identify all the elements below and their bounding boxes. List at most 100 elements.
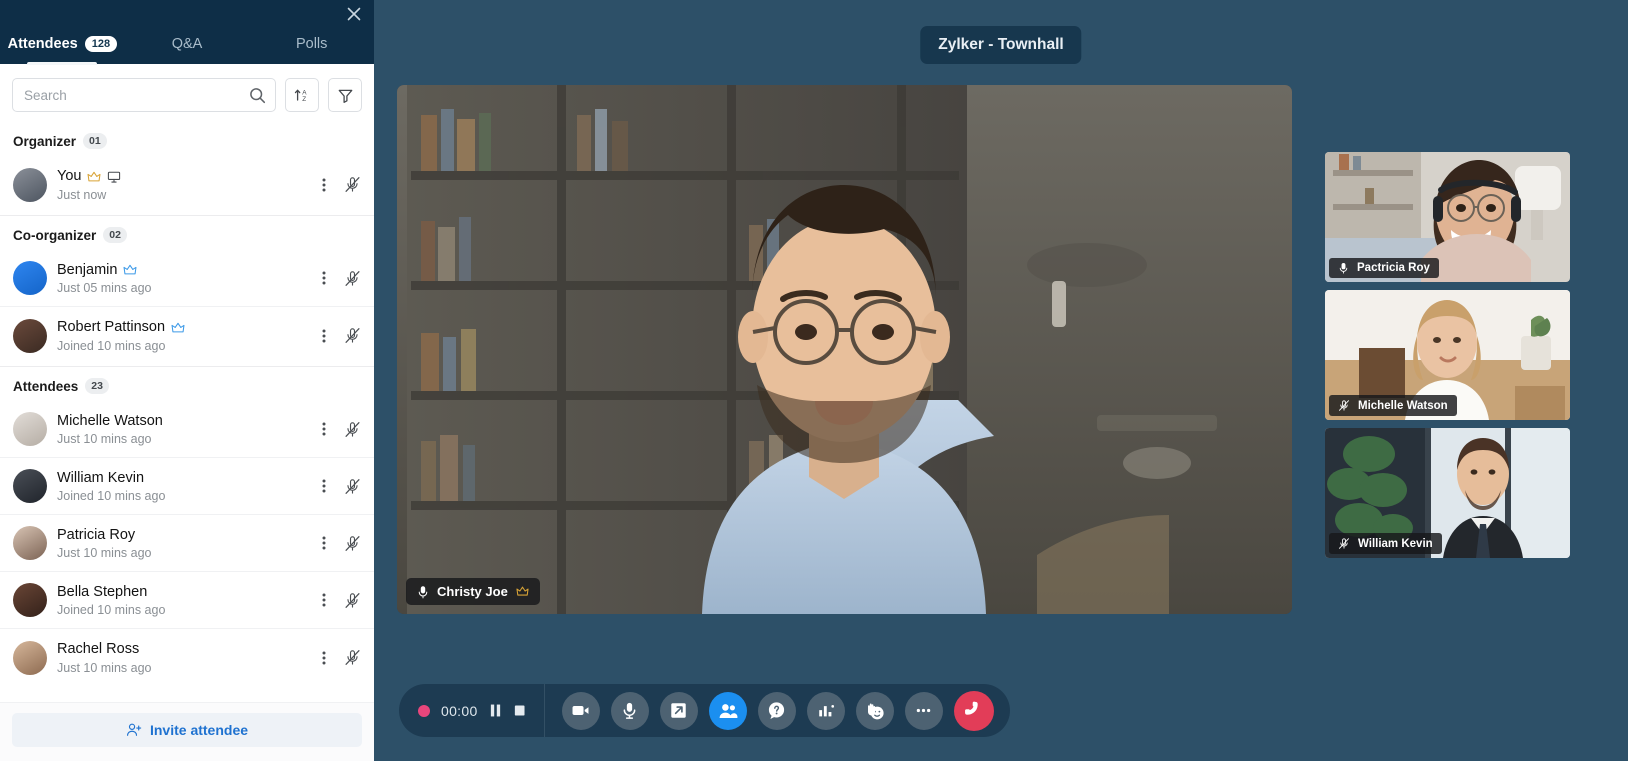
more-options-icon[interactable] (322, 421, 326, 437)
invite-attendee-label: Invite attendee (150, 722, 248, 738)
attendee-info: Robert Pattinson Joined 10 mins ago (57, 318, 312, 352)
close-icon[interactable] (342, 2, 366, 26)
more-options-icon[interactable] (322, 177, 326, 193)
thumbnail-tile[interactable]: Pactricia Roy (1325, 152, 1570, 282)
attendees-panel: Attendees 128 Q&A Polls AZ (0, 0, 374, 761)
participant-thumbnails: Pactricia Roy (1325, 152, 1570, 558)
share-screen-button[interactable] (660, 692, 698, 730)
list-item[interactable]: Benjamin Just 05 mins ago (0, 250, 374, 307)
attendee-info: Rachel Ross Just 10 mins ago (57, 640, 312, 674)
presenting-screen-icon (107, 170, 121, 184)
crown-icon (516, 585, 529, 598)
attendee-name: You (57, 167, 81, 185)
group-header-co-organizer: Co-organizer 02 (0, 218, 374, 250)
attendee-name-row: Robert Pattinson (57, 318, 312, 336)
avatar (13, 319, 47, 353)
attendee-name: Robert Pattinson (57, 318, 165, 336)
row-actions (322, 327, 361, 344)
filter-funnel-icon[interactable] (328, 78, 362, 112)
more-options-icon[interactable] (322, 650, 326, 666)
invite-attendee-button[interactable]: Invite attendee (12, 713, 362, 747)
main-speaker-label: Christy Joe (406, 578, 540, 605)
end-call-button[interactable] (954, 691, 994, 731)
polls-button[interactable] (807, 692, 845, 730)
mic-muted-icon (1338, 399, 1350, 412)
tab-qa[interactable]: Q&A (125, 24, 250, 64)
attendee-info: Patricia Roy Just 10 mins ago (57, 526, 312, 560)
search-icon (249, 87, 266, 109)
mic-muted-icon[interactable] (344, 649, 361, 666)
list-item[interactable]: William Kevin Joined 10 mins ago (0, 458, 374, 515)
avatar (13, 412, 47, 446)
thumbnail-name: Pactricia Roy (1357, 262, 1430, 274)
attendee-name-row: Bella Stephen (57, 583, 312, 601)
row-actions (322, 176, 361, 193)
row-actions (322, 478, 361, 495)
mic-muted-icon[interactable] (344, 592, 361, 609)
panel-header: Attendees 128 Q&A Polls (0, 0, 374, 64)
row-actions (322, 535, 361, 552)
reactions-button[interactable] (856, 692, 894, 730)
attendee-name-row: William Kevin (57, 469, 312, 487)
attendee-info: You Just now (57, 167, 312, 201)
mic-muted-icon[interactable] (344, 270, 361, 287)
more-options-icon[interactable] (322, 535, 326, 551)
camera-button[interactable] (562, 692, 600, 730)
list-item[interactable]: Michelle Watson Just 10 mins ago (0, 401, 374, 458)
recording-timer: 00:00 (441, 703, 478, 719)
thumbnail-tile[interactable]: Michelle Watson (1325, 290, 1570, 420)
pause-icon[interactable] (489, 703, 502, 718)
more-options-icon[interactable] (322, 478, 326, 494)
qa-button[interactable] (758, 692, 796, 730)
list-item[interactable]: Rachel Ross Just 10 mins ago (0, 629, 374, 686)
meeting-title: Zylker - Townhall (920, 26, 1081, 64)
avatar (13, 261, 47, 295)
participants-button[interactable] (709, 692, 747, 730)
list-item[interactable]: You Just now (0, 156, 374, 213)
video-stage: Zylker - Townhall (374, 0, 1628, 761)
tab-polls[interactable]: Polls (249, 24, 374, 64)
recording-indicator-icon (418, 705, 430, 717)
tab-attendees[interactable]: Attendees 128 (0, 24, 125, 64)
mic-muted-icon[interactable] (344, 535, 361, 552)
add-person-icon (126, 722, 142, 738)
row-actions (322, 649, 361, 666)
tab-qa-label: Q&A (172, 36, 203, 52)
more-options-icon[interactable] (322, 592, 326, 608)
more-options-button[interactable] (905, 692, 943, 730)
stop-icon[interactable] (513, 703, 526, 718)
attendee-name: Bella Stephen (57, 583, 147, 601)
crown-icon (87, 170, 101, 184)
thumbnail-name: William Kevin (1358, 538, 1433, 550)
row-actions (322, 592, 361, 609)
sort-az-icon[interactable]: AZ (285, 78, 319, 112)
list-item[interactable]: Bella Stephen Joined 10 mins ago (0, 572, 374, 629)
panel-footer: Invite attendee (0, 702, 374, 761)
mic-muted-icon[interactable] (344, 478, 361, 495)
attendee-info: William Kevin Joined 10 mins ago (57, 469, 312, 503)
attendee-name-row: Patricia Roy (57, 526, 312, 544)
microphone-button[interactable] (611, 692, 649, 730)
more-options-icon[interactable] (322, 270, 326, 286)
avatar (13, 469, 47, 503)
attendee-status: Joined 10 mins ago (57, 489, 312, 503)
attendee-name: Benjamin (57, 261, 117, 279)
mic-muted-icon[interactable] (344, 327, 361, 344)
main-speaker-frame (397, 85, 1292, 614)
attendee-name: Michelle Watson (57, 412, 163, 430)
more-options-icon[interactable] (322, 328, 326, 344)
list-item[interactable]: Robert Pattinson Joined 10 mins ago (0, 307, 374, 364)
search-input[interactable] (13, 88, 275, 103)
attendee-name-row: Michelle Watson (57, 412, 312, 430)
crown-icon (123, 263, 137, 277)
thumbnail-tile[interactable]: William Kevin (1325, 428, 1570, 558)
call-controls (545, 691, 1003, 731)
mic-muted-icon[interactable] (344, 176, 361, 193)
list-item[interactable]: Patricia Roy Just 10 mins ago (0, 515, 374, 572)
main-speaker-video[interactable]: Christy Joe (397, 85, 1292, 614)
group-count: 23 (85, 378, 109, 394)
mic-muted-icon (1338, 537, 1350, 550)
attendee-status: Just 10 mins ago (57, 546, 312, 560)
mic-muted-icon[interactable] (344, 421, 361, 438)
meeting-toolbar: 00:00 (399, 684, 1010, 737)
